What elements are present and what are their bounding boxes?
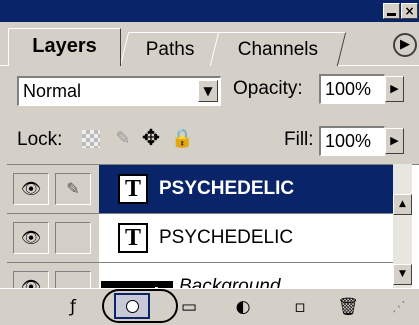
opacity-field[interactable]: 100% — [319, 74, 385, 104]
transparency-lock-icon[interactable] — [82, 130, 100, 148]
layer-row[interactable]: 👁 T PSYCHEDELIC — [7, 214, 393, 263]
layer-row[interactable]: 👁 ✎ T PSYCHEDELIC — [7, 165, 393, 214]
link-slot[interactable] — [55, 222, 91, 254]
layer-name: PSYCHEDELIC — [159, 178, 295, 199]
opacity-slider-button[interactable]: ▶ — [385, 76, 404, 102]
resize-grip-icon[interactable]: ⋰ — [392, 299, 406, 315]
brush-icon[interactable]: ✎ — [55, 173, 91, 205]
eye-icon[interactable]: 👁 — [13, 222, 49, 254]
tab-channels[interactable]: Channels — [209, 32, 347, 66]
layer-body[interactable]: Aqui Background 🔒 — [99, 263, 393, 289]
move-lock-icon[interactable]: ✥ — [140, 128, 162, 150]
padlock-icon[interactable]: 🔒 — [171, 128, 193, 150]
layer-body[interactable]: T PSYCHEDELIC — [99, 165, 393, 213]
trash-icon[interactable]: 🗑 — [335, 295, 361, 319]
opacity-label: Opacity: — [233, 78, 303, 99]
layers-panel: × Paths Channels Layers ▶ Normal ▼ Opaci… — [0, 0, 419, 325]
folder-icon[interactable]: ▭ — [176, 295, 202, 319]
scrollbar[interactable]: ▲ ▼ — [393, 164, 412, 288]
layer-name: PSYCHEDELIC — [159, 227, 294, 248]
title-bar: × — [0, 0, 419, 22]
lock-label: Lock: — [17, 129, 63, 150]
blend-opacity-row: Normal ▼ Opacity: 100% ▶ — [0, 72, 419, 108]
blend-mode-select[interactable]: Normal — [17, 76, 221, 106]
tab-row: Paths Channels Layers ▶ — [0, 22, 419, 66]
scroll-up-button[interactable]: ▲ — [393, 194, 412, 215]
lock-fill-row: Lock: ✎ ✥ 🔒 Fill: 100% ▶ — [0, 120, 419, 160]
adjustment-layer-icon[interactable]: ◐ — [230, 295, 256, 319]
minimize-button[interactable] — [383, 3, 400, 19]
layer-style-icon[interactable]: ƒ — [60, 295, 86, 319]
text-layer-icon: T — [118, 174, 148, 204]
fill-field[interactable]: 100% — [319, 126, 385, 156]
close-button[interactable]: × — [401, 3, 418, 19]
bottom-toolbar: ƒ ▭ ◐ ▫ 🗑 ⋰ — [0, 288, 419, 325]
tab-paths[interactable]: Paths — [119, 32, 221, 66]
brush-lock-icon[interactable]: ✎ — [112, 128, 134, 150]
scroll-down-button[interactable]: ▼ — [393, 264, 412, 285]
layer-row[interactable]: 👁 Aqui Background 🔒 — [7, 263, 393, 289]
text-layer-icon: T — [118, 223, 148, 253]
add-mask-icon[interactable] — [114, 293, 150, 319]
tab-layers[interactable]: Layers — [8, 28, 121, 66]
fill-label: Fill: — [284, 129, 314, 150]
eye-icon[interactable]: 👁 — [13, 271, 49, 289]
new-layer-icon[interactable]: ▫ — [287, 295, 313, 319]
layer-list: 👁 ✎ T PSYCHEDELIC 👁 T PSYCHEDELIC 👁 Aqui… — [7, 164, 419, 289]
fill-slider-button[interactable]: ▶ — [385, 128, 404, 154]
eye-icon[interactable]: 👁 — [13, 173, 49, 205]
panel-menu-button[interactable]: ▶ — [393, 33, 417, 57]
layer-body[interactable]: T PSYCHEDELIC — [99, 214, 393, 262]
chevron-down-icon[interactable]: ▼ — [198, 80, 218, 102]
link-slot[interactable] — [55, 271, 91, 289]
